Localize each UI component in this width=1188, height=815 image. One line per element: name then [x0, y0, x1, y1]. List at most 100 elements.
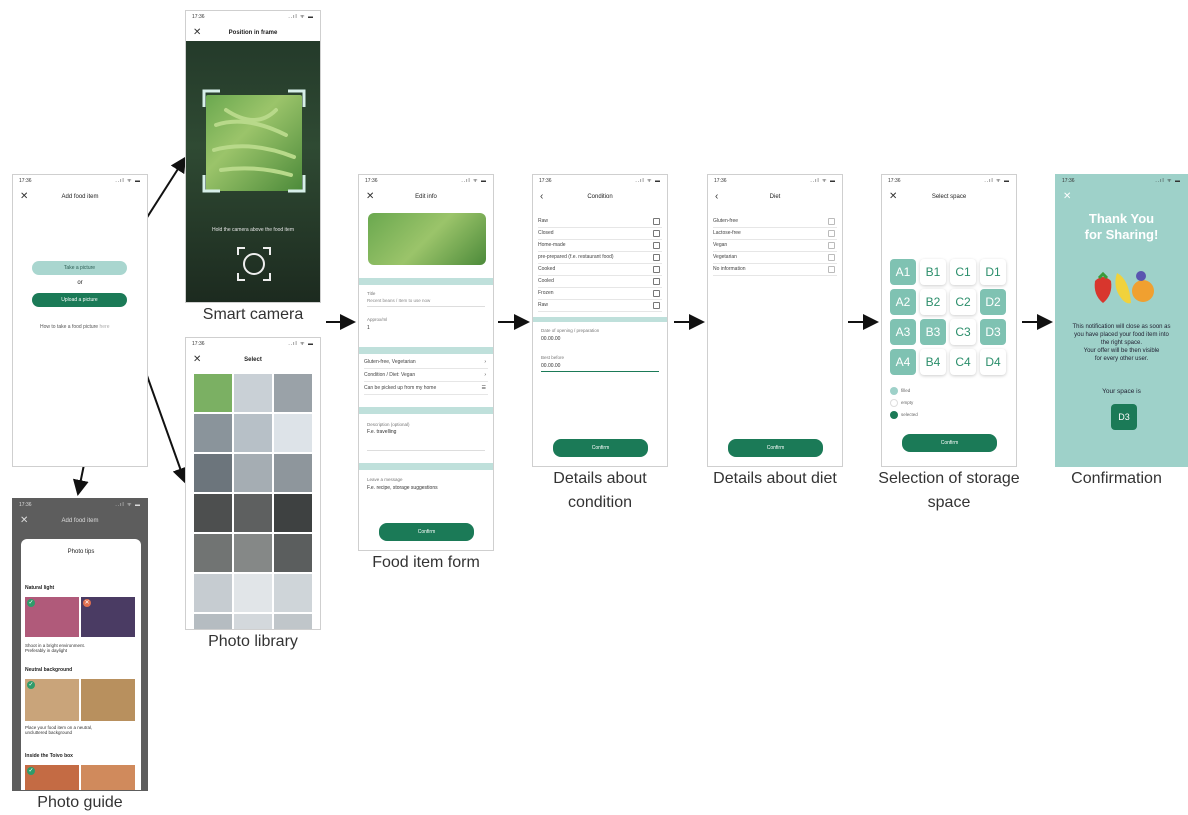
space-b3[interactable]: B3: [920, 319, 946, 345]
chevron-right-icon: ›: [484, 372, 486, 378]
best-before-input[interactable]: 00.00.00: [541, 363, 560, 369]
section-divider: [533, 317, 667, 322]
howto-link[interactable]: here: [99, 324, 109, 330]
desc-input[interactable]: F.e. travelling: [367, 429, 396, 435]
checkbox[interactable]: [653, 302, 660, 309]
amount-input[interactable]: 1: [367, 325, 370, 331]
photo-thumb[interactable]: [234, 454, 272, 492]
chevron-right-icon: ›: [484, 359, 486, 365]
space-b2[interactable]: B2: [920, 289, 946, 315]
space-c4[interactable]: C4: [950, 349, 976, 375]
checkbox[interactable]: [653, 266, 660, 273]
checkbox[interactable]: [828, 254, 835, 261]
photo-thumb[interactable]: [274, 374, 312, 412]
photo-thumb[interactable]: [194, 454, 232, 492]
page-title: Condition: [587, 194, 613, 200]
checkbox[interactable]: [828, 242, 835, 249]
legend-selected-label: selected: [901, 412, 918, 417]
confirm-button[interactable]: Confirm: [902, 434, 997, 452]
storage-screen: 17:36 ..ıl ᯤ ▬ ✕ Select space A1 B1 C1 D1…: [881, 174, 1017, 467]
photo-thumb[interactable]: [194, 574, 232, 612]
section-divider: [359, 407, 493, 414]
shutter-icon[interactable]: [237, 247, 271, 281]
checkbox[interactable]: [653, 290, 660, 297]
confirm-button[interactable]: Confirm: [553, 439, 648, 457]
space-a3[interactable]: A3: [890, 319, 916, 345]
photo-thumb[interactable]: [234, 614, 272, 629]
photo-thumb[interactable]: [274, 614, 312, 629]
checkbox[interactable]: [653, 254, 660, 261]
caption-confirmation: Confirmation: [1071, 470, 1162, 487]
take-picture-button[interactable]: Take a picture: [32, 261, 127, 275]
diet-option[interactable]: No information: [713, 263, 837, 276]
photo-thumb[interactable]: [274, 574, 312, 612]
checkbox[interactable]: [828, 266, 835, 273]
close-icon[interactable]: ✕: [1063, 192, 1071, 202]
checkbox[interactable]: [653, 218, 660, 225]
photo-thumb[interactable]: [194, 414, 232, 452]
checkbox[interactable]: [653, 278, 660, 285]
photo-thumb[interactable]: [234, 414, 272, 452]
fruit-mascots-icon: [1094, 271, 1154, 304]
space-c3[interactable]: C3: [950, 319, 976, 345]
section-divider: [359, 278, 493, 285]
legend-selected-dot: [890, 411, 898, 419]
photo-thumb[interactable]: [194, 614, 232, 629]
food-photo[interactable]: [368, 213, 486, 265]
status-bar: 17:36 ..ıl ᯤ ▬: [365, 178, 487, 184]
status-bar: 17:36 ..ıl ᯤ ▬: [192, 341, 314, 347]
tip-text: Shoot in a bright environment. Preferably…: [25, 643, 86, 653]
space-a4[interactable]: A4: [890, 349, 916, 375]
message-input[interactable]: F.e. recipe, storage suggestions: [367, 485, 438, 491]
legend-filled-dot: [890, 387, 898, 395]
space-b1[interactable]: B1: [920, 259, 946, 285]
status-bar: 17:36 ..ıl ᯤ ▬: [714, 178, 836, 184]
diet-row[interactable]: Gluten-free, Vegetarian ›: [364, 356, 488, 369]
space-a2[interactable]: A2: [890, 289, 916, 315]
thank-you-heading: Thank You for Sharing!: [1084, 211, 1159, 242]
photo-thumb[interactable]: [234, 494, 272, 532]
photo-thumb[interactable]: [234, 534, 272, 572]
photo-library-screen: 17:36 ..ıl ᯤ ▬ ✕ Select: [185, 337, 321, 630]
photo-thumb[interactable]: [234, 374, 272, 412]
space-c1[interactable]: C1: [950, 259, 976, 285]
checkbox[interactable]: [828, 230, 835, 237]
space-d4[interactable]: D4: [980, 349, 1006, 375]
input-underline: [367, 306, 485, 307]
date-input[interactable]: 00.00.00: [541, 336, 560, 342]
checkbox[interactable]: [828, 218, 835, 225]
page-title: Add food item: [61, 194, 99, 200]
checkbox[interactable]: [653, 242, 660, 249]
space-b4[interactable]: B4: [920, 349, 946, 375]
title-input[interactable]: Recent beans / Item to use now: [367, 298, 430, 303]
photo-guide-screen: 17:36 ..ıl ᯤ ▬ ✕ Add food item Photo tips…: [12, 498, 148, 791]
photo-tips-card: Photo tips Natural light ✓ ✕ Shoot in a …: [21, 539, 141, 790]
photo-thumb[interactable]: [274, 454, 312, 492]
photo-thumb[interactable]: [274, 494, 312, 532]
photo-thumb[interactable]: [194, 374, 232, 412]
pickup-row[interactable]: Can be picked up from my home ☰: [364, 382, 488, 395]
photo-thumb[interactable]: [274, 414, 312, 452]
photo-thumb[interactable]: [194, 494, 232, 532]
caption-diet: Details about diet: [713, 470, 837, 487]
food-form-screen: 17:36 ..ıl ᯤ ▬ ✕ Edit info Title Recent b…: [358, 174, 494, 551]
condition-option[interactable]: Raw: [538, 299, 662, 312]
photo-thumb[interactable]: [274, 534, 312, 572]
photo-thumb[interactable]: [234, 574, 272, 612]
toggle-icon[interactable]: ☰: [482, 382, 486, 394]
checkbox[interactable]: [653, 230, 660, 237]
caption-food-form: Food item form: [372, 554, 480, 571]
space-d3[interactable]: D3: [980, 319, 1006, 345]
confirm-button[interactable]: Confirm: [728, 439, 823, 457]
photo-thumb[interactable]: [194, 534, 232, 572]
condition-row[interactable]: Condition / Diet: Vegan ›: [364, 369, 488, 382]
tip-heading: Natural light: [25, 585, 55, 591]
space-d2[interactable]: D2: [980, 289, 1006, 315]
or-label: or: [77, 280, 83, 286]
space-a1[interactable]: A1: [890, 259, 916, 285]
space-d1[interactable]: D1: [980, 259, 1006, 285]
upload-picture-button[interactable]: Upload a picture: [32, 293, 127, 307]
space-c2[interactable]: C2: [950, 289, 976, 315]
confirm-button[interactable]: Confirm: [379, 523, 474, 541]
camera-hint: Hold the camera above the food item: [212, 227, 294, 233]
